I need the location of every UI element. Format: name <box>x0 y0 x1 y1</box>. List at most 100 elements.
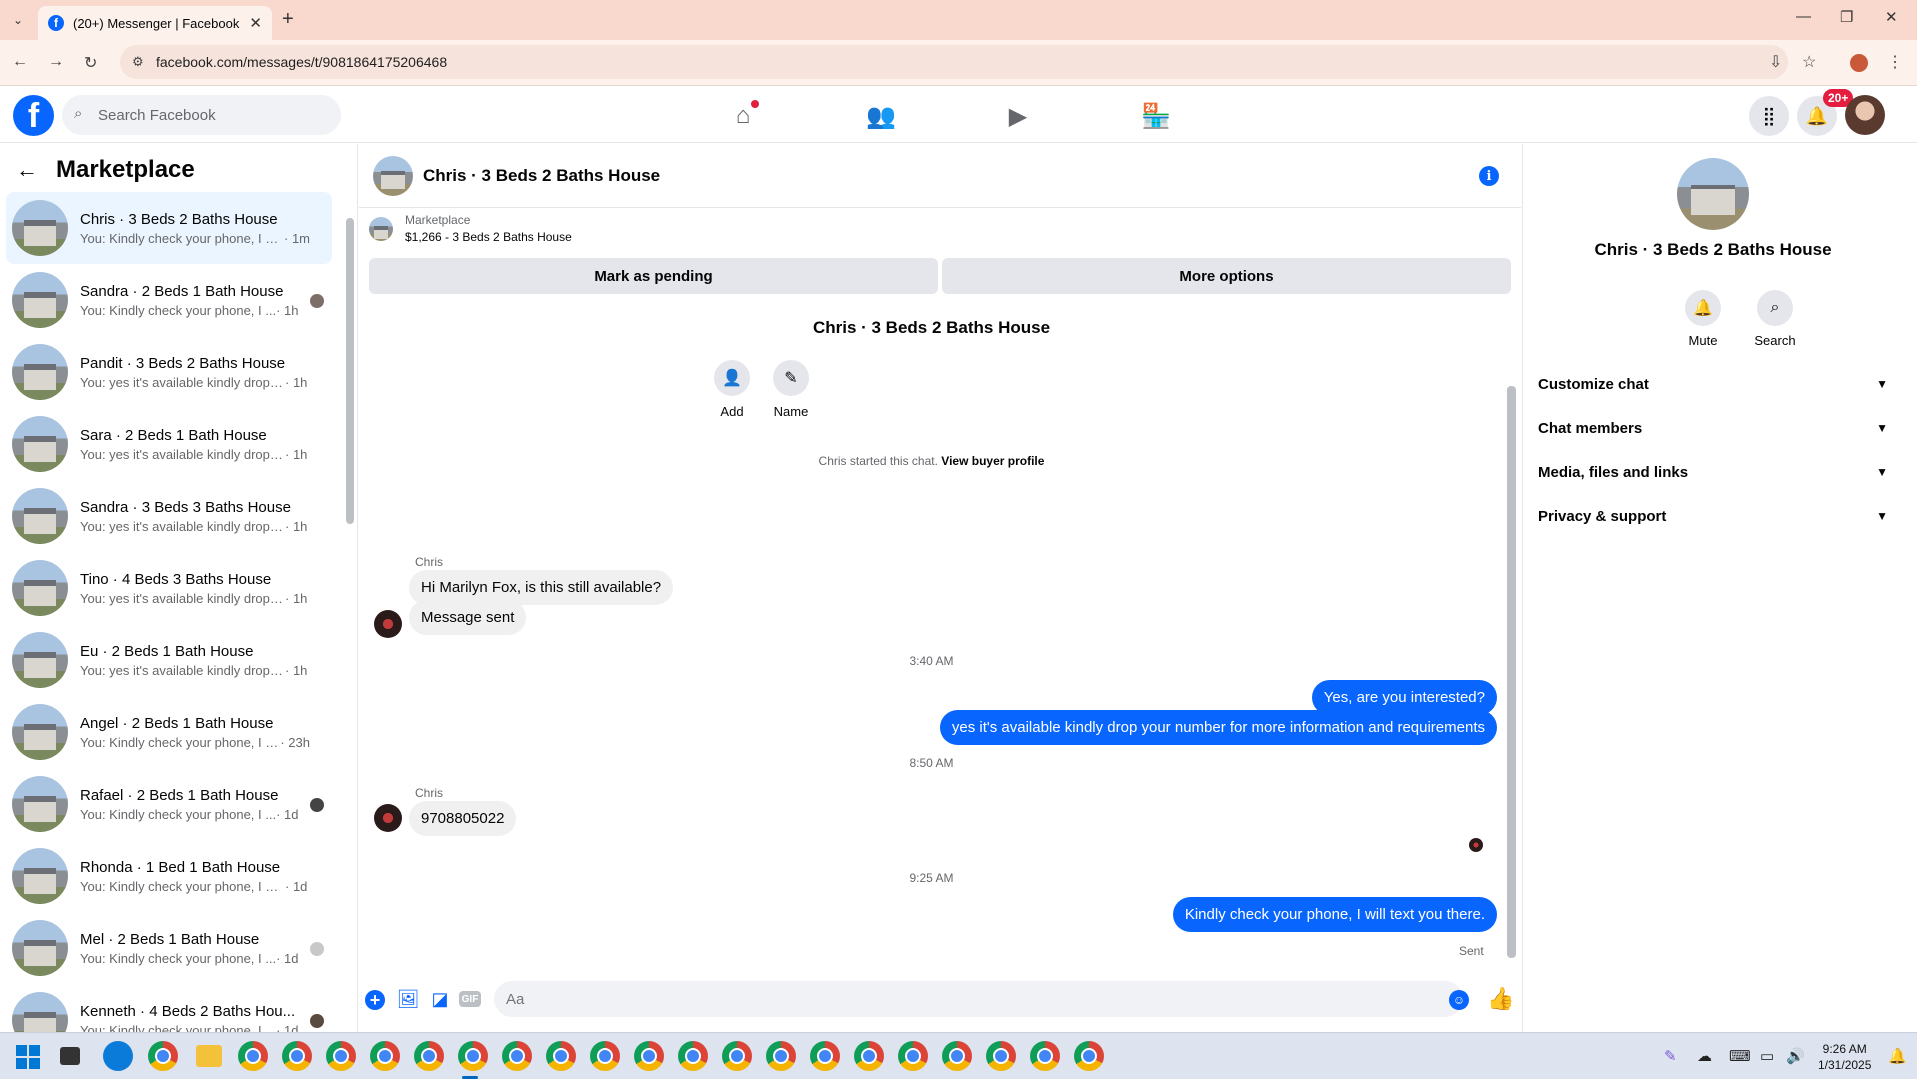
conversation-item[interactable]: Angel · 2 Beds 1 Bath House You: Kindly … <box>6 696 332 768</box>
conversation-item[interactable]: Eu · 2 Beds 1 Bath House You: yes it's a… <box>6 624 332 696</box>
photo-icon[interactable]: 🖼 <box>397 988 420 1010</box>
menu-grid-icon[interactable]: ⣿ <box>1749 96 1789 136</box>
thumbs-up-icon[interactable]: 👍 <box>1487 986 1514 1012</box>
conversation-item[interactable]: Rhonda · 1 Bed 1 Bath House You: Kindly … <box>6 840 332 912</box>
chat-scroll-thumb[interactable] <box>1507 386 1516 958</box>
edge-icon[interactable] <box>103 1041 133 1071</box>
more-options-button[interactable]: More options <box>942 258 1511 294</box>
windows-start-icon[interactable] <box>16 1045 40 1069</box>
sender-avatar[interactable] <box>374 610 402 638</box>
mute-action[interactable]: 🔔 Mute <box>1673 290 1733 348</box>
friends-icon[interactable]: 👥 <box>866 101 896 131</box>
tab-search-icon[interactable]: ⌄ <box>8 10 28 30</box>
task-view-icon[interactable] <box>60 1047 80 1065</box>
mark-as-pending-button[interactable]: Mark as pending <box>369 258 938 294</box>
site-info-icon[interactable]: ⚙ <box>132 54 144 70</box>
facebook-search-input[interactable]: ⌕ Search Facebook <box>62 95 341 135</box>
chrome-icon[interactable] <box>502 1041 532 1071</box>
chat-scrollbar[interactable] <box>1504 304 1518 972</box>
sender-avatar[interactable] <box>374 804 402 832</box>
chrome-icon[interactable] <box>590 1041 620 1071</box>
close-window-icon[interactable]: ✕ <box>1885 8 1898 26</box>
chrome-icon[interactable] <box>854 1041 884 1071</box>
browser-profile-icon[interactable] <box>1850 54 1868 72</box>
new-tab-icon[interactable]: + <box>282 8 294 31</box>
chat-title[interactable]: Chris · 3 Beds 2 Baths House <box>423 166 660 186</box>
back-arrow-icon[interactable]: ← <box>16 157 38 183</box>
message-input[interactable] <box>494 981 1463 1017</box>
onedrive-icon[interactable]: ☁ <box>1697 1047 1712 1065</box>
conversation-item[interactable]: Tino · 4 Beds 3 Baths House You: yes it'… <box>6 552 332 624</box>
view-buyer-profile-link[interactable]: View buyer profile <box>941 454 1044 468</box>
chrome-icon[interactable] <box>634 1041 664 1071</box>
tab-close-icon[interactable]: ✕ <box>249 14 262 32</box>
marketplace-listing-bar[interactable]: Marketplace $1,266 - 3 Beds 2 Baths Hous… <box>359 209 1521 249</box>
chrome-icon[interactable] <box>370 1041 400 1071</box>
chrome-icon[interactable] <box>898 1041 928 1071</box>
account-avatar[interactable] <box>1845 95 1885 135</box>
plus-icon[interactable]: + <box>365 990 385 1010</box>
chrome-icon[interactable] <box>546 1041 576 1071</box>
conversation-item[interactable]: Sandra · 2 Beds 1 Bath House You: Kindly… <box>6 264 332 336</box>
conversation-item[interactable]: Chris · 3 Beds 2 Baths House You: Kindly… <box>6 192 332 264</box>
install-app-icon[interactable]: ⇩ <box>1769 52 1782 72</box>
chrome-icon[interactable] <box>986 1041 1016 1071</box>
browser-menu-icon[interactable]: ⋮ <box>1887 52 1903 72</box>
customize-chat-section[interactable]: Customize chat ▼ <box>1538 366 1888 402</box>
browser-tab[interactable]: f (20+) Messenger | Facebook ✕ <box>38 6 272 40</box>
facebook-logo-icon[interactable]: f <box>13 95 54 136</box>
system-clock[interactable]: 9:26 AM 1/31/2025 <box>1818 1041 1871 1073</box>
chrome-icon[interactable] <box>1074 1041 1104 1071</box>
chrome-icon[interactable] <box>766 1041 796 1071</box>
forward-icon[interactable]: → <box>48 53 64 71</box>
emoji-icon[interactable]: ☺ <box>1449 990 1469 1010</box>
network-icon[interactable]: ▭ <box>1760 1047 1774 1065</box>
chrome-icon[interactable] <box>722 1041 752 1071</box>
chrome-icon[interactable] <box>282 1041 312 1071</box>
outgoing-message[interactable]: yes it's available kindly drop your numb… <box>939 710 1497 745</box>
incoming-message[interactable]: Message sent <box>409 600 527 635</box>
volume-icon[interactable]: 🔊 <box>1786 1047 1805 1065</box>
chrome-icon[interactable] <box>414 1041 444 1071</box>
conversation-item[interactable]: Mel · 2 Beds 1 Bath House You: Kindly ch… <box>6 912 332 984</box>
back-icon[interactable]: ← <box>12 53 28 71</box>
add-action[interactable]: 👤 Add <box>702 360 762 419</box>
conversation-item[interactable]: Pandit · 3 Beds 2 Baths House You: yes i… <box>6 336 332 408</box>
media-files-section[interactable]: Media, files and links ▼ <box>1538 454 1888 490</box>
keyboard-icon[interactable]: ⌨ <box>1729 1047 1751 1065</box>
chrome-icon[interactable] <box>458 1041 488 1071</box>
chrome-icon[interactable] <box>810 1041 840 1071</box>
chrome-icon[interactable] <box>678 1041 708 1071</box>
sticker-icon[interactable]: ◪ <box>429 988 451 1010</box>
chrome-icon[interactable] <box>942 1041 972 1071</box>
gif-icon[interactable]: GIF <box>459 991 481 1007</box>
page-scrollbar[interactable] <box>1907 144 1917 1032</box>
notification-center-icon[interactable]: 🔔 <box>1888 1047 1907 1065</box>
chat-members-section[interactable]: Chat members ▼ <box>1538 410 1888 446</box>
privacy-support-section[interactable]: Privacy & support ▼ <box>1538 498 1888 534</box>
info-icon[interactable]: i <box>1479 166 1499 186</box>
chrome-icon[interactable] <box>238 1041 268 1071</box>
file-explorer-icon[interactable] <box>196 1045 222 1067</box>
bookmark-star-icon[interactable]: ☆ <box>1802 52 1816 72</box>
conversation-item[interactable]: Sara · 2 Beds 1 Bath House You: yes it's… <box>6 408 332 480</box>
chrome-icon[interactable] <box>148 1041 178 1071</box>
sidebar-scrollbar[interactable] <box>343 192 355 1028</box>
name-action[interactable]: ✎ Name <box>761 360 821 419</box>
video-icon[interactable]: ▶ <box>1003 101 1033 131</box>
sidebar-scroll-thumb[interactable] <box>346 218 354 524</box>
marketplace-icon[interactable]: 🏪 <box>1141 101 1171 131</box>
reload-icon[interactable]: ↻ <box>84 53 97 73</box>
minimize-icon[interactable]: — <box>1796 8 1811 25</box>
chat-avatar[interactable] <box>373 155 413 196</box>
conversation-item[interactable]: Rafael · 2 Beds 1 Bath House You: Kindly… <box>6 768 332 840</box>
chrome-icon[interactable] <box>1030 1041 1060 1071</box>
incoming-message[interactable]: 9708805022 <box>409 801 517 836</box>
search-action[interactable]: ⌕ Search <box>1745 290 1805 348</box>
pen-icon[interactable]: ✎ <box>1664 1047 1677 1065</box>
outgoing-message[interactable]: Kindly check your phone, I will text you… <box>1172 897 1497 932</box>
restore-icon[interactable]: ❐ <box>1840 8 1853 26</box>
conversation-item[interactable]: Kenneth · 4 Beds 2 Baths Hou... You: Kin… <box>6 984 332 1032</box>
url-field[interactable]: ⚙ facebook.com/messages/t/90818641752064… <box>120 45 1788 79</box>
chrome-icon[interactable] <box>326 1041 356 1071</box>
